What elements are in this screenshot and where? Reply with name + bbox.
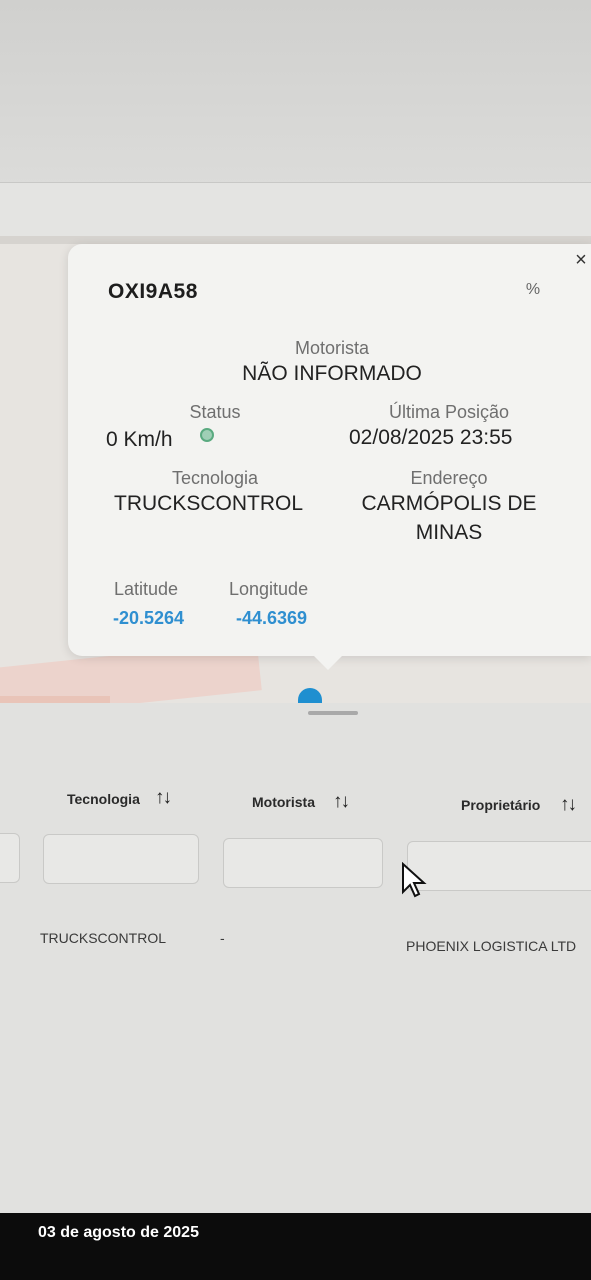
driver-value: NÃO INFORMADO bbox=[242, 362, 422, 385]
address-line-2: MINAS bbox=[415, 521, 483, 544]
status-label: Status bbox=[189, 402, 241, 422]
cell-tecnologia: TRUCKSCONTROL bbox=[40, 930, 167, 946]
date-caption: 03 de agosto de 2025 bbox=[38, 1224, 199, 1241]
mouse-cursor-icon bbox=[402, 862, 427, 898]
latitude-label: Latitude bbox=[114, 579, 179, 599]
address-label: Endereço bbox=[410, 468, 488, 488]
column-header-tecnologia[interactable]: Tecnologia bbox=[67, 791, 140, 807]
vehicle-plate: OXI9A58 bbox=[108, 280, 198, 303]
cell-proprietario: PHOENIX LOGISTICA LTD bbox=[406, 938, 577, 954]
column-header-motorista[interactable]: Motorista bbox=[252, 794, 315, 810]
sort-icon[interactable]: ↑↓ bbox=[333, 791, 350, 813]
sort-icon[interactable]: ↑↓ bbox=[155, 787, 172, 809]
latitude-value: -20.5264 bbox=[113, 608, 185, 628]
filter-input-tecnologia[interactable] bbox=[43, 834, 199, 884]
drag-handle[interactable] bbox=[308, 711, 358, 715]
top-toolbar bbox=[0, 182, 591, 238]
filter-input-motorista[interactable] bbox=[223, 838, 383, 888]
last-position-label: Última Posição bbox=[388, 402, 510, 422]
link-off-icon[interactable]: % bbox=[523, 280, 543, 300]
address-line-1: CARMÓPOLIS DE bbox=[361, 492, 537, 515]
filter-input-previous[interactable] bbox=[0, 833, 20, 883]
screen-bezel bbox=[0, 0, 591, 190]
popup-pointer bbox=[312, 654, 344, 670]
map-road bbox=[0, 236, 591, 244]
last-position-value: 02/08/2025 23:55 bbox=[349, 426, 513, 449]
column-header-proprietario[interactable]: Proprietário bbox=[461, 797, 540, 813]
vehicle-table-panel bbox=[0, 703, 591, 1215]
status-indicator-icon bbox=[200, 428, 214, 442]
cell-motorista: - bbox=[220, 930, 225, 946]
speed-value: 0 Km/h bbox=[106, 428, 173, 451]
longitude-value: -44.6369 bbox=[236, 608, 308, 628]
filter-input-proprietario[interactable] bbox=[407, 841, 591, 891]
sort-icon[interactable]: ↑↓ bbox=[560, 794, 577, 816]
close-icon[interactable]: × bbox=[571, 250, 591, 270]
driver-label: Motorista bbox=[294, 338, 370, 358]
technology-label: Tecnologia bbox=[171, 468, 259, 488]
longitude-label: Longitude bbox=[229, 579, 309, 599]
technology-value: TRUCKSCONTROL bbox=[114, 492, 304, 515]
